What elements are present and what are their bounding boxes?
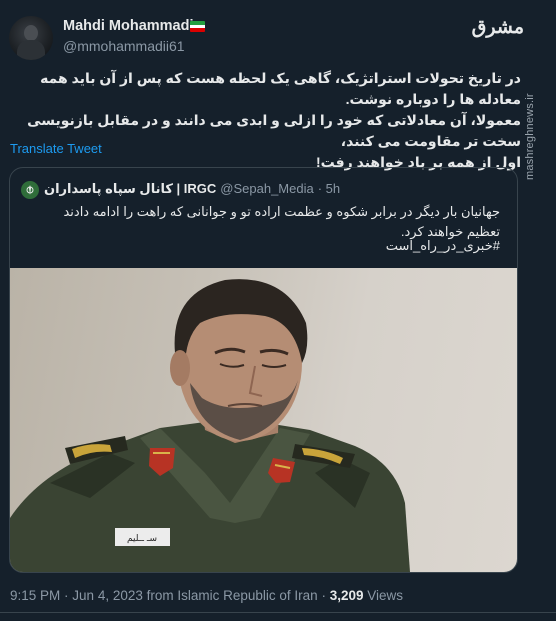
- tweet-meta: 9:15 PM · Jun 4, 2023 from Islamic Repub…: [10, 588, 403, 603]
- quoted-tweet-time: · 5h: [317, 181, 341, 196]
- divider: [0, 612, 556, 613]
- author-handle[interactable]: @mmohammadii61: [63, 38, 185, 54]
- site-watermark: mashreghnews.ir: [524, 93, 536, 180]
- tweet-time[interactable]: 9:15 PM: [10, 588, 60, 603]
- quoted-tweet[interactable]: کانال سپاه پاسداران | IRGC @Sepah_Media …: [9, 167, 518, 573]
- irgc-emblem-icon: [21, 181, 39, 199]
- translate-tweet-link[interactable]: Translate Tweet: [10, 141, 102, 156]
- uniform-name-tag: سـ ــلیم: [127, 534, 157, 544]
- views-label: Views: [367, 588, 404, 603]
- author-avatar[interactable]: [9, 16, 53, 60]
- views-count: 3,209: [329, 588, 364, 603]
- quoted-tweet-photo[interactable]: سـ ــلیم: [10, 268, 517, 572]
- avatar-torso: [17, 40, 45, 60]
- meta-separator: ·: [321, 588, 330, 603]
- iran-flag-icon: [190, 21, 205, 32]
- quoted-tweet-text: جهانیان بار دیگر در برابر شکوه و عظمت ار…: [63, 204, 500, 239]
- tweet-text: در تاریخ تحولات استراتژیک، گاهی یک لحظه …: [27, 70, 521, 170]
- tweet-date[interactable]: Jun 4, 2023: [72, 588, 143, 603]
- quoted-author-handle[interactable]: @Sepah_Media: [220, 181, 313, 197]
- author-name[interactable]: Mahdi Mohammadi: [63, 18, 194, 34]
- tweet-location: from Islamic Republic of Iran: [146, 588, 318, 603]
- quoted-tweet-header: کانال سپاه پاسداران | IRGC @Sepah_Media …: [44, 181, 340, 197]
- mashregh-logo: مشرق: [471, 16, 524, 38]
- quoted-author-name[interactable]: کانال سپاه پاسداران | IRGC: [44, 181, 216, 197]
- quoted-hashtag: #خبری_در_راه_است: [385, 238, 500, 253]
- avatar-head: [24, 25, 38, 41]
